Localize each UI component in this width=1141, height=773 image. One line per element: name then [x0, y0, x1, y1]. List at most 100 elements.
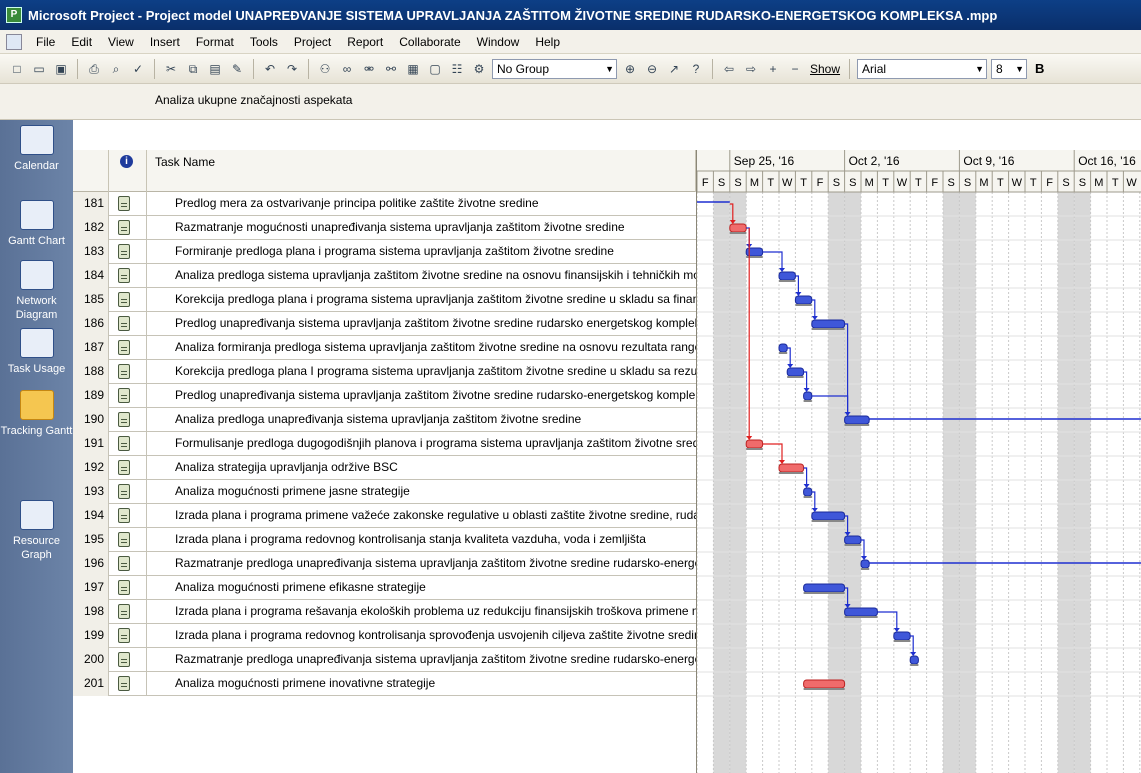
table-row[interactable]: 181 Predlog mera za ostvarivanje principa… [73, 192, 696, 216]
menu-edit[interactable]: Edit [63, 35, 100, 49]
notes-icon[interactable] [118, 460, 130, 475]
task-name-cell[interactable]: Analiza predloga unapređivanja sistema u… [171, 408, 696, 432]
help-icon[interactable]: ? [687, 60, 705, 78]
print-icon[interactable]: ⎙ [85, 60, 103, 78]
task-name-cell[interactable]: Formiranje predloga plana i programa sis… [171, 240, 696, 264]
notes-icon[interactable] [118, 412, 130, 427]
link-tasks-icon[interactable]: ∞ [338, 60, 356, 78]
notes-icon[interactable] [118, 244, 130, 259]
menu-help[interactable]: Help [527, 35, 568, 49]
view-gantt-chart[interactable]: Gantt Chart [0, 200, 73, 248]
row-number[interactable]: 187 [73, 336, 109, 360]
show-subtasks-icon[interactable]: + [764, 60, 782, 78]
row-number-header[interactable] [73, 150, 109, 192]
table-row[interactable]: 184 Analiza predloga sistema upravljanja … [73, 264, 696, 288]
task-name-header[interactable]: Task Name [147, 150, 696, 192]
table-row[interactable]: 188 Korekcija predloga plana I programa s… [73, 360, 696, 384]
table-row[interactable]: 187 Analiza formiranja predloga sistema u… [73, 336, 696, 360]
row-number[interactable]: 192 [73, 456, 109, 480]
paste-icon[interactable]: ▤ [206, 60, 224, 78]
assign-resources-icon[interactable]: ☷ [448, 60, 466, 78]
menu-insert[interactable]: Insert [142, 35, 188, 49]
row-number[interactable]: 195 [73, 528, 109, 552]
row-number[interactable]: 189 [73, 384, 109, 408]
row-number[interactable]: 193 [73, 480, 109, 504]
notes-icon[interactable] [118, 316, 130, 331]
notes-icon[interactable] [118, 652, 130, 667]
menu-report[interactable]: Report [339, 35, 391, 49]
row-number[interactable]: 199 [73, 624, 109, 648]
bold-button[interactable]: B [1031, 61, 1044, 76]
row-number[interactable]: 183 [73, 240, 109, 264]
task-name-cell[interactable]: Izrada plana i programa primene važeće z… [171, 504, 696, 528]
font-size-combo[interactable]: 8 ▼ [991, 58, 1028, 79]
view-network-diagram[interactable]: Network Diagram [0, 260, 73, 322]
table-row[interactable]: 195 Izrada plana i programa redovnog kont… [73, 528, 696, 552]
row-number[interactable]: 191 [73, 432, 109, 456]
gantt-chart[interactable]: Sep 25, '16 Oct 2, '16 Oct 9, '16 Oct 16, '… [696, 150, 1141, 773]
row-number[interactable]: 190 [73, 408, 109, 432]
document-icon[interactable] [6, 33, 22, 50]
task-name-cell[interactable]: Analiza mogućnosti primene inovativne st… [171, 672, 696, 696]
row-number[interactable]: 201 [73, 672, 109, 696]
table-row[interactable]: 197 Analiza mogućnosti primene efikasne s… [73, 576, 696, 600]
cut-icon[interactable]: ✂ [162, 60, 180, 78]
notes-icon[interactable] [118, 628, 130, 643]
show-button[interactable]: Show [808, 62, 842, 76]
table-row[interactable]: 183 Formiranje predloga plana i programa … [73, 240, 696, 264]
task-name-cell[interactable]: Korekcija predloga plana i programa sist… [171, 288, 696, 312]
table-row[interactable]: 191 Formulisanje predloga dugogodišnjih p… [73, 432, 696, 456]
table-row[interactable]: 201 Analiza mogućnosti primene inovativne… [73, 672, 696, 696]
notes-icon[interactable] [118, 604, 130, 619]
row-number[interactable]: 182 [73, 216, 109, 240]
table-row[interactable]: 189 Predlog unapređivanja sistema upravlj… [73, 384, 696, 408]
notes-icon[interactable] [118, 484, 130, 499]
hide-subtasks-icon[interactable]: − [786, 60, 804, 78]
menu-collaborate[interactable]: Collaborate [391, 35, 468, 49]
task-name-cell[interactable]: Korekcija predloga plana I programa sist… [171, 360, 696, 384]
table-row[interactable]: 196 Razmatranje predloga unapređivanja si… [73, 552, 696, 576]
menu-window[interactable]: Window [469, 35, 528, 49]
task-name-cell[interactable]: Analiza mogućnosti primene efikasne stra… [171, 576, 696, 600]
task-name-cell[interactable]: Razmatranje predloga unapređivanja siste… [171, 552, 696, 576]
row-number[interactable]: 198 [73, 600, 109, 624]
print-preview-icon[interactable]: ⌕ [107, 60, 125, 78]
task-name-cell[interactable]: Analiza predloga sistema upravljanja zaš… [171, 264, 696, 288]
task-name-cell[interactable]: Razmatranje mogućnosti unapređivanja sis… [171, 216, 696, 240]
table-row[interactable]: 185 Korekcija predloga plana i programa s… [73, 288, 696, 312]
menu-tools[interactable]: Tools [242, 35, 286, 49]
notes-icon[interactable] [118, 292, 130, 307]
task-name-cell[interactable]: Analiza mogućnosti primene jasne strateg… [171, 480, 696, 504]
notes-icon[interactable] [118, 340, 130, 355]
notes-icon[interactable] [118, 196, 130, 211]
table-row[interactable]: 192 Analiza strategija upravljanja održiv… [73, 456, 696, 480]
scroll-to-task-icon[interactable]: ↗ [665, 60, 683, 78]
font-combo[interactable]: Arial ▼ [857, 58, 988, 79]
zoom-out-icon[interactable]: ⊖ [643, 60, 661, 78]
view-tracking-gantt[interactable]: Tracking Gantt [0, 390, 73, 438]
task-notes-icon[interactable]: ▢ [426, 60, 444, 78]
notes-icon[interactable] [118, 532, 130, 547]
view-resource-graph[interactable]: Resource Graph [0, 500, 73, 562]
view-calendar[interactable]: Calendar [0, 125, 73, 173]
row-number[interactable]: 185 [73, 288, 109, 312]
view-task-usage[interactable]: Task Usage [0, 328, 73, 376]
entry-bar-input[interactable]: Analiza ukupne značajnosti aspekata [155, 93, 352, 107]
split-task-icon[interactable]: ⚯ [382, 60, 400, 78]
notes-icon[interactable] [118, 436, 130, 451]
table-row[interactable]: 186 Predlog unapređivanja sistema upravlj… [73, 312, 696, 336]
menu-project[interactable]: Project [286, 35, 339, 49]
row-number[interactable]: 197 [73, 576, 109, 600]
menu-format[interactable]: Format [188, 35, 242, 49]
table-row[interactable]: 200 Razmatranje predloga unapređivanja si… [73, 648, 696, 672]
notes-icon[interactable] [118, 268, 130, 283]
table-row[interactable]: 199 Izrada plana i programa redovnog kont… [73, 624, 696, 648]
row-number[interactable]: 184 [73, 264, 109, 288]
open-icon[interactable]: ▭ [30, 60, 48, 78]
task-name-cell[interactable]: Izrada plana i programa redovnog kontrol… [171, 624, 696, 648]
table-row[interactable]: 194 Izrada plana i programa primene važeć… [73, 504, 696, 528]
task-name-cell[interactable]: Analiza formiranja predloga sistema upra… [171, 336, 696, 360]
spelling-icon[interactable]: ✓ [129, 60, 147, 78]
format-painter-icon[interactable]: ✎ [228, 60, 246, 78]
notes-icon[interactable] [118, 580, 130, 595]
